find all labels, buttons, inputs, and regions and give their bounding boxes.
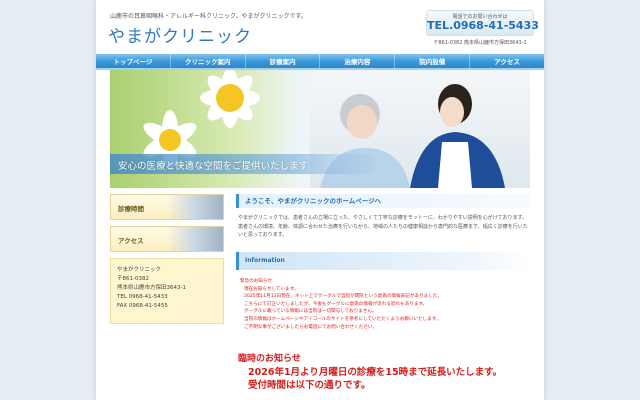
emergency-notice-title: 緊急のお知らせ xyxy=(240,279,273,284)
temporary-notice-title: 臨時のお知らせ xyxy=(238,354,301,364)
clock-image xyxy=(167,195,223,219)
hero-caption: 安心の医療と快適な空間をご提供いたします xyxy=(118,161,309,172)
temporary-notice-line: 受付時間は以下の通りです。 xyxy=(248,380,371,391)
nav-item-treatment[interactable]: 治療内容 xyxy=(320,54,396,68)
emergency-notice: 緊急のお知らせ 現在お知らせしています。 2025年11月11日現在、ネット上で… xyxy=(236,270,530,331)
nav-item-facility[interactable]: 院内設備 xyxy=(395,54,471,68)
sidebar: 診療時間 アクセス やまがクリニック 〒861-0382 熊本県山鹿市方保田36… xyxy=(110,194,224,324)
site-tagline: 山鹿市の耳鼻咽喉科・アレルギー科クリニック、やまがクリニックです。 xyxy=(110,13,307,20)
emergency-notice-line: 2025年11月11日現在、ネット上でグーグルで当院が閉院という虚偽の情報表記が… xyxy=(244,294,442,300)
contact-tel[interactable]: TEL.0968-41-5433 xyxy=(427,20,539,32)
information-heading: Information xyxy=(236,252,530,270)
emergency-notice-line: 現在お知らせしています。 xyxy=(244,286,299,292)
sidebar-button-access-label: アクセス xyxy=(118,237,144,245)
sidebar-button-hours-label: 診療時間 xyxy=(118,205,144,213)
clinic-info-name: やまがクリニック xyxy=(117,267,162,273)
clinic-logo[interactable]: やまがクリニック xyxy=(108,22,252,47)
temporary-notice: 臨時のお知らせ 2026年1月より月曜日の診療を15時まで延長いたします。 受付… xyxy=(238,353,502,392)
nav-item-clinic[interactable]: クリニック案内 xyxy=(171,54,246,68)
sidebar-button-hours[interactable]: 診療時間 xyxy=(110,194,224,220)
page: 山鹿市の耳鼻咽喉科・アレルギー科クリニック、やまがクリニックです。 やまがクリニ… xyxy=(96,0,544,400)
nav-item-medical[interactable]: 診療案内 xyxy=(246,54,321,68)
temporary-notice-line: 2026年1月より月曜日の診療を15時まで延長いたします。 xyxy=(248,367,503,378)
hero-banner: 安心の医療と快適な空間をご提供いたします xyxy=(110,70,530,188)
welcome-heading: ようこそ、やまがクリニックのホームページへ xyxy=(236,194,530,208)
clinic-info-address: 熊本県山鹿市方保田3643-1 xyxy=(117,285,186,291)
clinic-info-box: やまがクリニック 〒861-0382 熊本県山鹿市方保田3643-1 TEL 0… xyxy=(110,258,224,324)
main-content: ようこそ、やまがクリニックのホームページへ やまがクリニックでは、患者さんの立場… xyxy=(236,194,530,331)
emergency-notice-line: グーグルに載っている情報には当院は一切関与しておりません。 xyxy=(244,309,377,315)
clinic-info-fax: FAX 0968-41-5455 xyxy=(117,303,168,309)
access-image xyxy=(167,227,223,251)
clinic-info-zip: 〒861-0382 xyxy=(117,276,149,282)
clinic-info-tel: TEL 0968-41-5433 xyxy=(117,294,168,300)
nav-item-top[interactable]: トップページ xyxy=(96,54,171,68)
sidebar-button-access[interactable]: アクセス xyxy=(110,226,224,252)
emergency-notice-line: こちらにて訂正いたしましたが、今後もグーグルに虚偽の情報が流れる恐れもあります。 xyxy=(244,301,428,307)
contact-block: 電話でのお問い合わせは TEL.0968-41-5433 〒861-0382 熊… xyxy=(426,10,539,46)
nav-item-access[interactable]: アクセス xyxy=(470,54,544,68)
emergency-notice-line: ご不明な事がございましたらお電話にてお問い合わせください。 xyxy=(244,324,378,330)
intro-text: やまがクリニックでは、患者さんの立場に立った、やさしくて丁寧な診療をモットーに、… xyxy=(238,215,528,238)
contact-tel-box[interactable]: 電話でのお問い合わせは TEL.0968-41-5433 xyxy=(426,10,539,36)
main-nav: トップページ クリニック案内 診療案内 治療内容 院内設備 アクセス xyxy=(96,54,544,70)
emergency-notice-line: 当院の情報はホームページやアイコールのサイトを参考にしていただくようお願いいたし… xyxy=(244,316,441,322)
contact-address: 〒861-0382 熊本県山鹿市方保田3643-1 xyxy=(433,40,527,46)
